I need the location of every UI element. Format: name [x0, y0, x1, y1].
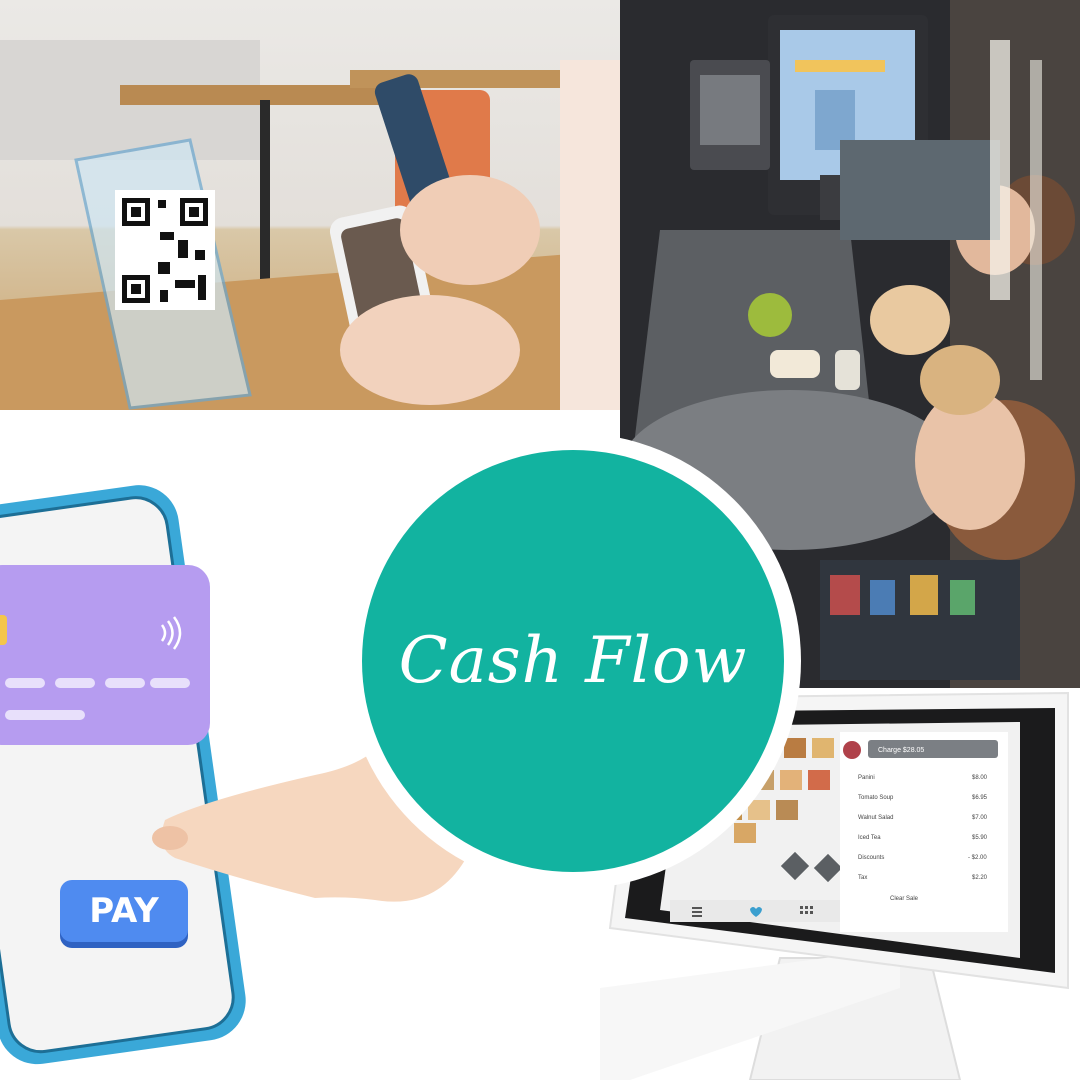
order-item-price: $5.90 [972, 835, 988, 841]
charge-button-label: Charge $28.05 [878, 747, 924, 754]
credit-card-icon [0, 565, 210, 745]
order-item-price: - $2.00 [968, 855, 987, 861]
order-item-price: $2.20 [972, 875, 988, 881]
collage: Charge $28.05 Panini $8.00 Tomato Soup $… [0, 0, 1080, 1080]
menu-lines-icon[interactable] [692, 907, 702, 917]
qr-scan-photo [0, 0, 620, 410]
logo-badge [362, 450, 784, 872]
order-item-price: $7.00 [972, 815, 988, 821]
order-item-name: Tomato Soup [858, 795, 894, 801]
order-item-name: Tax [858, 875, 867, 881]
qr-code-icon [115, 190, 215, 310]
order-item-name: Discounts [858, 855, 884, 861]
order-item-price: $8.00 [972, 775, 988, 781]
order-item-name: Walnut Salad [858, 815, 893, 821]
clear-sale-button[interactable]: Clear Sale [890, 896, 919, 902]
order-item-price: $6.95 [972, 795, 988, 801]
order-item-name: Panini [858, 775, 875, 781]
order-item-name: Iced Tea [858, 835, 881, 841]
pay-button[interactable]: PAY [60, 880, 188, 942]
